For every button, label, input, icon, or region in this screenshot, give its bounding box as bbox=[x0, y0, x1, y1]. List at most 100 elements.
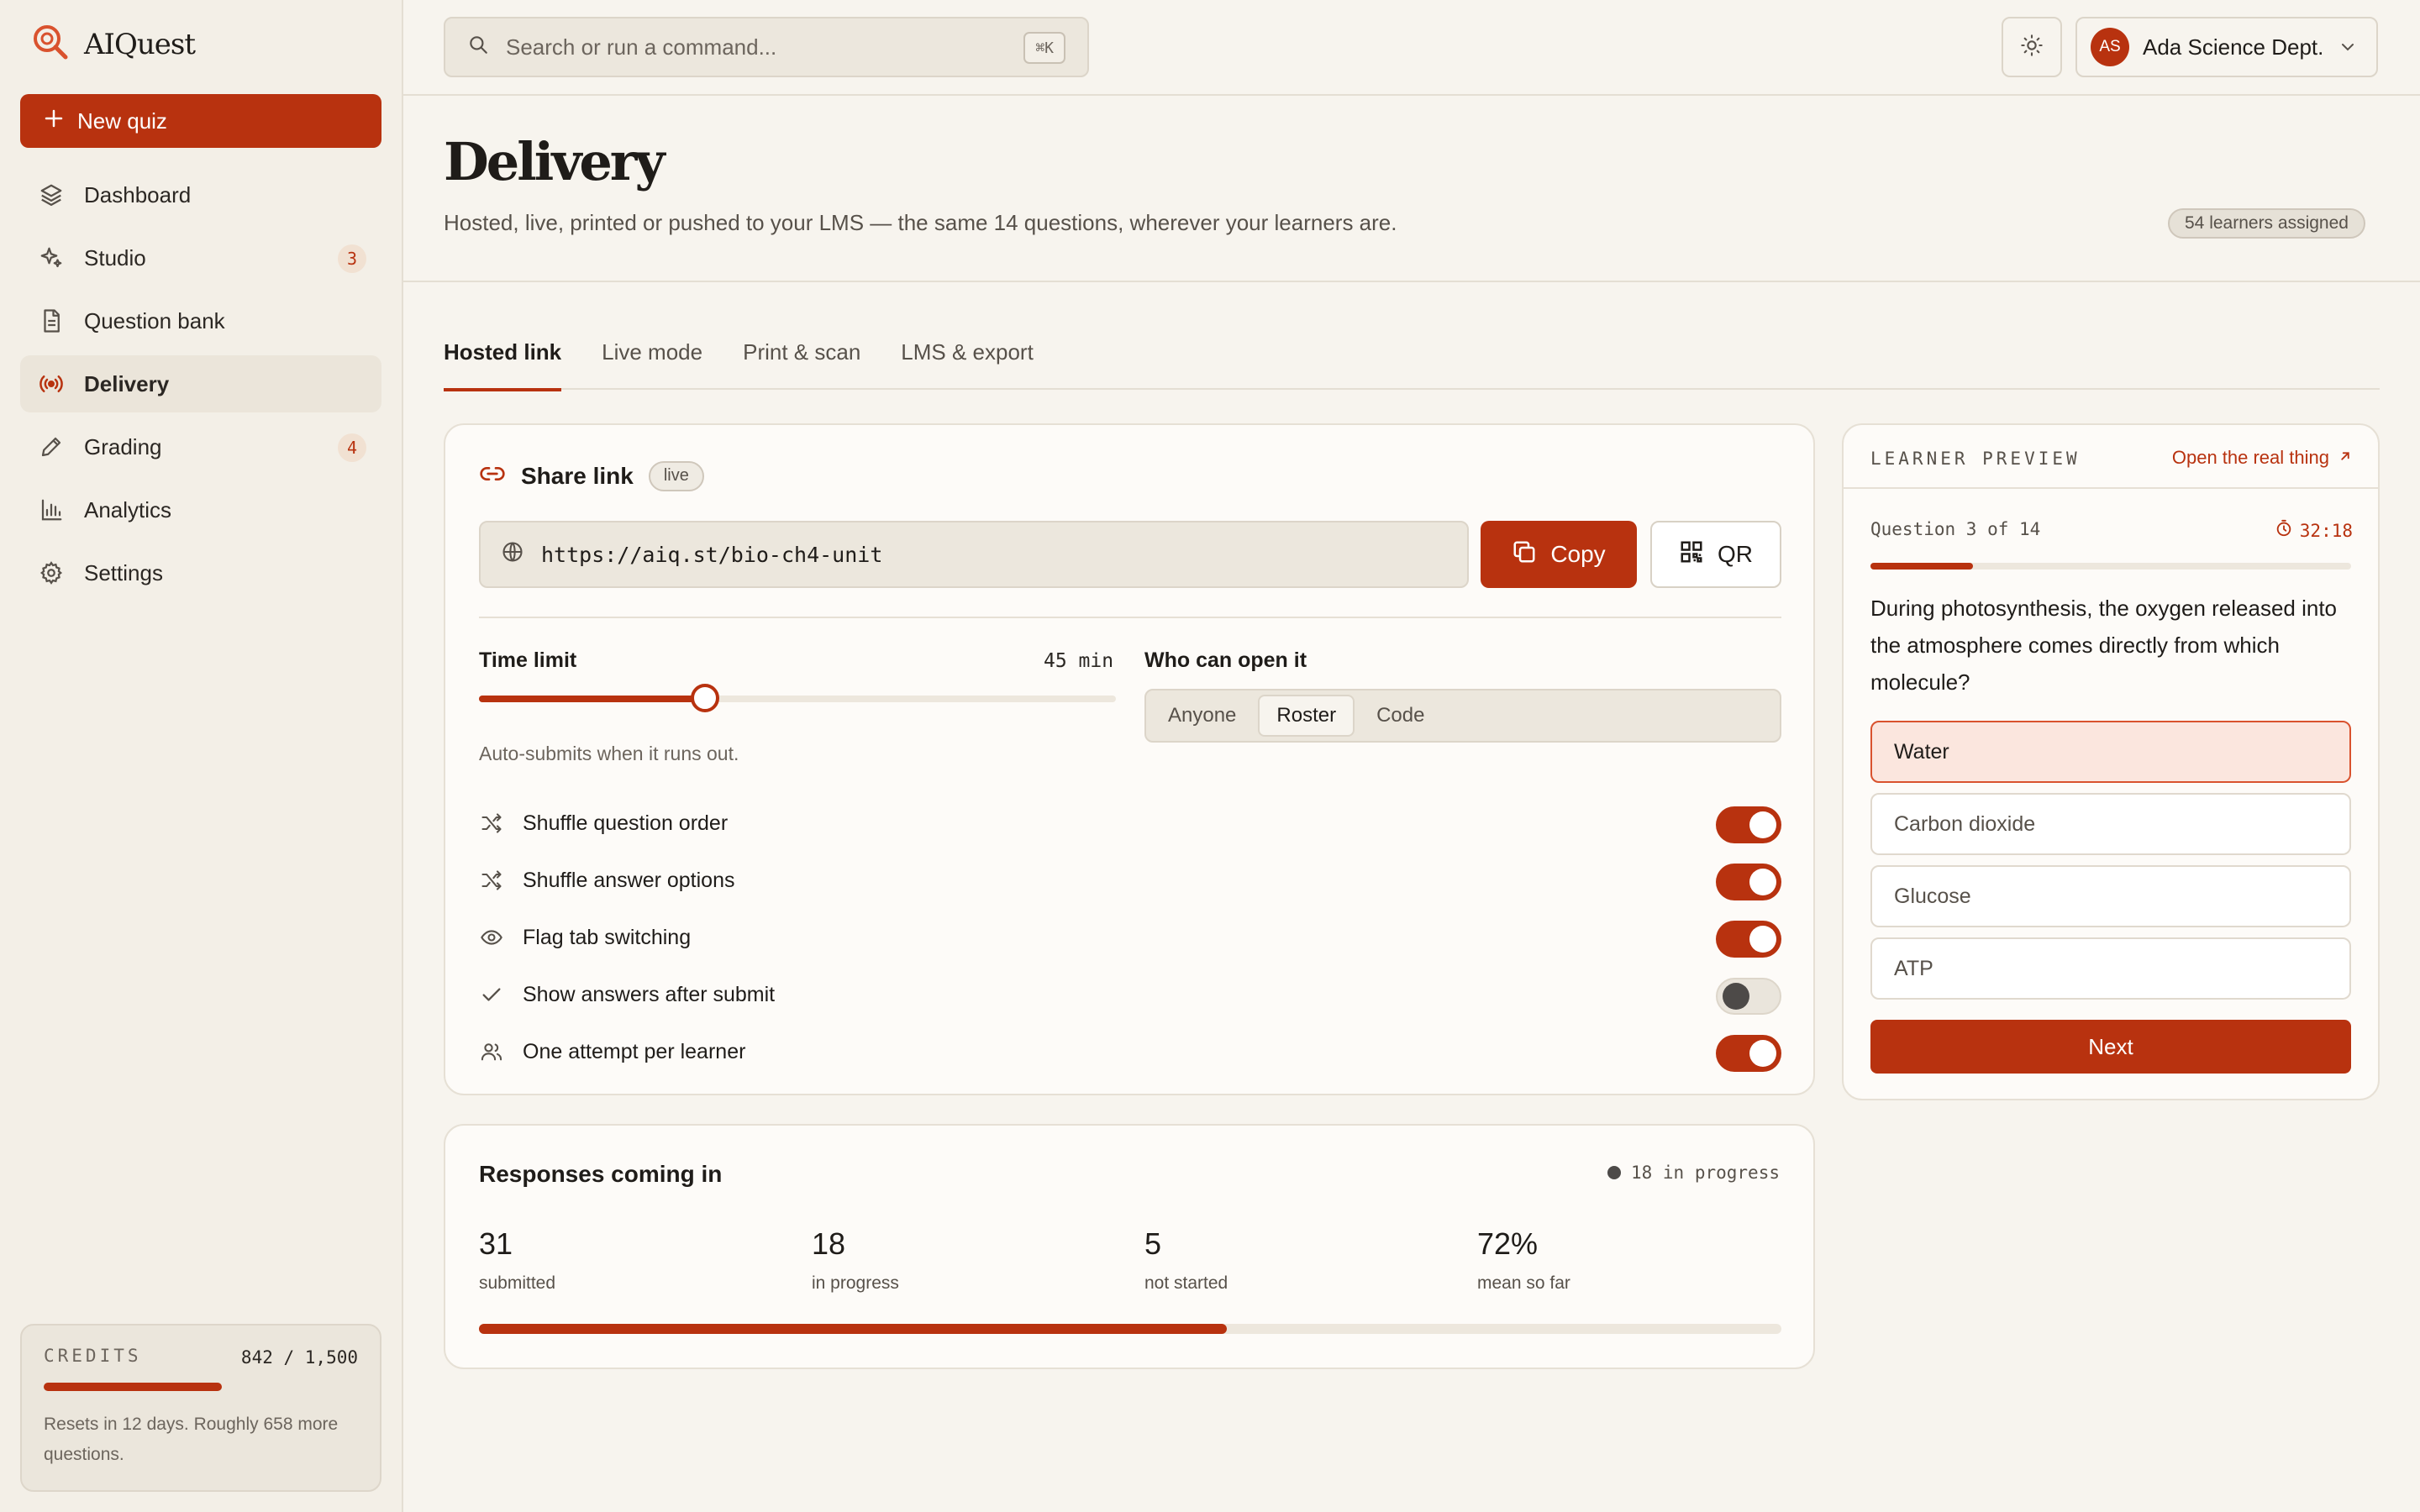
app-root: AIQuest New quiz Dashboard Studio 3 Ques… bbox=[0, 0, 2420, 1512]
answer-option-atp[interactable]: ATP bbox=[1870, 937, 2351, 1000]
quiz-timer: 32:18 bbox=[2275, 519, 2353, 542]
flag-tab-switching-toggle[interactable] bbox=[1716, 921, 1781, 958]
sidebar-item-settings[interactable]: Settings bbox=[20, 544, 381, 601]
divider bbox=[479, 617, 1781, 618]
copy-icon bbox=[1512, 539, 1537, 570]
sidebar-item-delivery[interactable]: Delivery bbox=[20, 355, 381, 412]
globe-icon bbox=[501, 540, 524, 569]
users-icon bbox=[479, 1039, 504, 1064]
stat-label: not started bbox=[1144, 1273, 1228, 1293]
toggle-knob bbox=[1749, 1040, 1776, 1067]
toggle-row-one-attempt: One attempt per learner bbox=[479, 1023, 1781, 1080]
toggle-label: Show answers after submit bbox=[523, 982, 776, 1006]
sidebar-item-label: Studio bbox=[84, 244, 146, 270]
stat-value: 5 bbox=[1144, 1226, 1162, 1261]
learners-assigned-badge: 54 learners assigned bbox=[2168, 208, 2365, 239]
qr-label: QR bbox=[1718, 541, 1753, 567]
answer-option-glucose[interactable]: Glucose bbox=[1870, 865, 2351, 927]
share-url-field[interactable]: https://aiq.st/bio-ch4-unit bbox=[479, 521, 1469, 588]
sidebar-item-label: Delivery bbox=[84, 370, 170, 396]
eye-icon bbox=[479, 925, 504, 950]
link-icon bbox=[479, 460, 506, 491]
stat-submitted: 31 submitted bbox=[479, 1226, 812, 1294]
sidebar-item-label: Grading bbox=[84, 433, 162, 459]
stat-in-progress: 18 in progress bbox=[812, 1226, 1144, 1294]
toggle-knob bbox=[1749, 926, 1776, 953]
next-button[interactable]: Next bbox=[1870, 1020, 2351, 1074]
copy-label: Copy bbox=[1550, 541, 1606, 567]
slider-handle[interactable] bbox=[691, 684, 720, 712]
chevron-down-icon bbox=[2338, 37, 2358, 63]
responses-status-text: 18 in progress bbox=[1630, 1163, 1780, 1183]
sidebar-item-grading[interactable]: Grading 4 bbox=[20, 418, 381, 475]
grading-count-badge: 4 bbox=[338, 433, 366, 462]
sidebar-item-dashboard[interactable]: Dashboard bbox=[20, 166, 381, 223]
stat-label: submitted bbox=[479, 1273, 556, 1293]
keyboard-shortcut: ⌘K bbox=[1023, 32, 1065, 64]
tab-hosted-link[interactable]: Hosted link bbox=[444, 333, 562, 391]
stat-label: mean so far bbox=[1477, 1273, 1570, 1293]
sidebar-nav: Dashboard Studio 3 Question bank Deliver… bbox=[20, 166, 381, 607]
theme-toggle-button[interactable] bbox=[2002, 17, 2062, 77]
tab-live-mode[interactable]: Live mode bbox=[602, 333, 702, 390]
sidebar-item-label: Settings bbox=[84, 559, 163, 585]
avatar: AS bbox=[2091, 28, 2129, 66]
copy-button[interactable]: Copy bbox=[1481, 521, 1637, 588]
stat-not-started: 5 not started bbox=[1144, 1226, 1477, 1294]
stat-label: in progress bbox=[812, 1273, 899, 1293]
question-text: During photosynthesis, the oxygen releas… bbox=[1870, 596, 2338, 695]
tab-lms-export[interactable]: LMS & export bbox=[901, 333, 1034, 390]
sidebar-item-studio[interactable]: Studio 3 bbox=[20, 229, 381, 286]
credits-note: Resets in 12 days. Roughly 658 more ques… bbox=[44, 1415, 339, 1464]
bar-chart-icon bbox=[37, 496, 66, 524]
access-option-roster[interactable]: Roster bbox=[1258, 695, 1355, 737]
time-limit-slider[interactable] bbox=[479, 684, 1116, 712]
answer-options: Water Carbon dioxide Glucose ATP bbox=[1870, 721, 2351, 1010]
brand[interactable]: AIQuest bbox=[30, 22, 196, 66]
timer-value: 32:18 bbox=[2299, 520, 2353, 541]
live-status-badge: live bbox=[648, 460, 704, 491]
access-label: Who can open it bbox=[1144, 648, 1307, 672]
slider-fill bbox=[479, 696, 706, 702]
arrow-up-right-icon bbox=[2338, 447, 2353, 469]
toggle-label: Shuffle answer options bbox=[523, 868, 735, 892]
access-option-anyone[interactable]: Anyone bbox=[1151, 695, 1253, 737]
preview-header: LEARNER PREVIEW Open the real thing bbox=[1844, 425, 2378, 489]
time-limit-value: 45 min bbox=[1044, 650, 1114, 672]
delivery-tabs: Hosted link Live mode Print & scan LMS &… bbox=[444, 333, 2380, 391]
account-name: Ada Science Dept. bbox=[2143, 34, 2324, 60]
account-menu[interactable]: AS Ada Science Dept. bbox=[2075, 17, 2378, 77]
shuffle-questions-toggle[interactable] bbox=[1716, 806, 1781, 843]
document-icon bbox=[37, 307, 66, 335]
access-option-code[interactable]: Code bbox=[1360, 695, 1441, 737]
sidebar-item-question-bank[interactable]: Question bank bbox=[20, 292, 381, 349]
toggle-knob bbox=[1749, 811, 1776, 838]
open-real-thing-link[interactable]: Open the real thing bbox=[2172, 447, 2353, 469]
responses-progress-bar bbox=[479, 1324, 1781, 1334]
credits-usage-bar bbox=[44, 1383, 223, 1391]
learner-preview-card: LEARNER PREVIEW Open the real thing Ques… bbox=[1842, 423, 2380, 1100]
responses-title: Responses coming in bbox=[479, 1161, 723, 1187]
credits-panel: CREDITS 842 / 1,500 Resets in 12 days. R… bbox=[20, 1324, 381, 1492]
stat-value: 18 bbox=[812, 1226, 846, 1261]
toggle-knob bbox=[1749, 869, 1776, 895]
search-input[interactable]: Search or run a command... ⌘K bbox=[444, 17, 1089, 77]
credits-count: 842 / 1,500 bbox=[240, 1347, 358, 1368]
answer-option-carbon-dioxide[interactable]: Carbon dioxide bbox=[1870, 793, 2351, 855]
time-limit-note: Auto-submits when it runs out. bbox=[479, 743, 739, 764]
shuffle-answers-toggle[interactable] bbox=[1716, 864, 1781, 900]
page-subtitle: Hosted, live, printed or pushed to your … bbox=[444, 210, 1397, 235]
status-dot bbox=[1607, 1166, 1621, 1179]
stat-value: 72% bbox=[1477, 1226, 1539, 1261]
show-answers-toggle[interactable] bbox=[1716, 978, 1781, 1015]
answer-option-water[interactable]: Water bbox=[1870, 721, 2351, 783]
broadcast-icon bbox=[37, 370, 66, 398]
question-progress-bar bbox=[1870, 563, 2351, 570]
one-attempt-toggle[interactable] bbox=[1716, 1035, 1781, 1072]
qr-button[interactable]: QR bbox=[1650, 521, 1781, 588]
question-counter: Question 3 of 14 bbox=[1870, 519, 2041, 539]
sidebar-item-analytics[interactable]: Analytics bbox=[20, 481, 381, 538]
search-placeholder: Search or run a command... bbox=[506, 34, 777, 60]
tab-print-scan[interactable]: Print & scan bbox=[743, 333, 860, 390]
new-quiz-button[interactable]: New quiz bbox=[20, 94, 381, 148]
